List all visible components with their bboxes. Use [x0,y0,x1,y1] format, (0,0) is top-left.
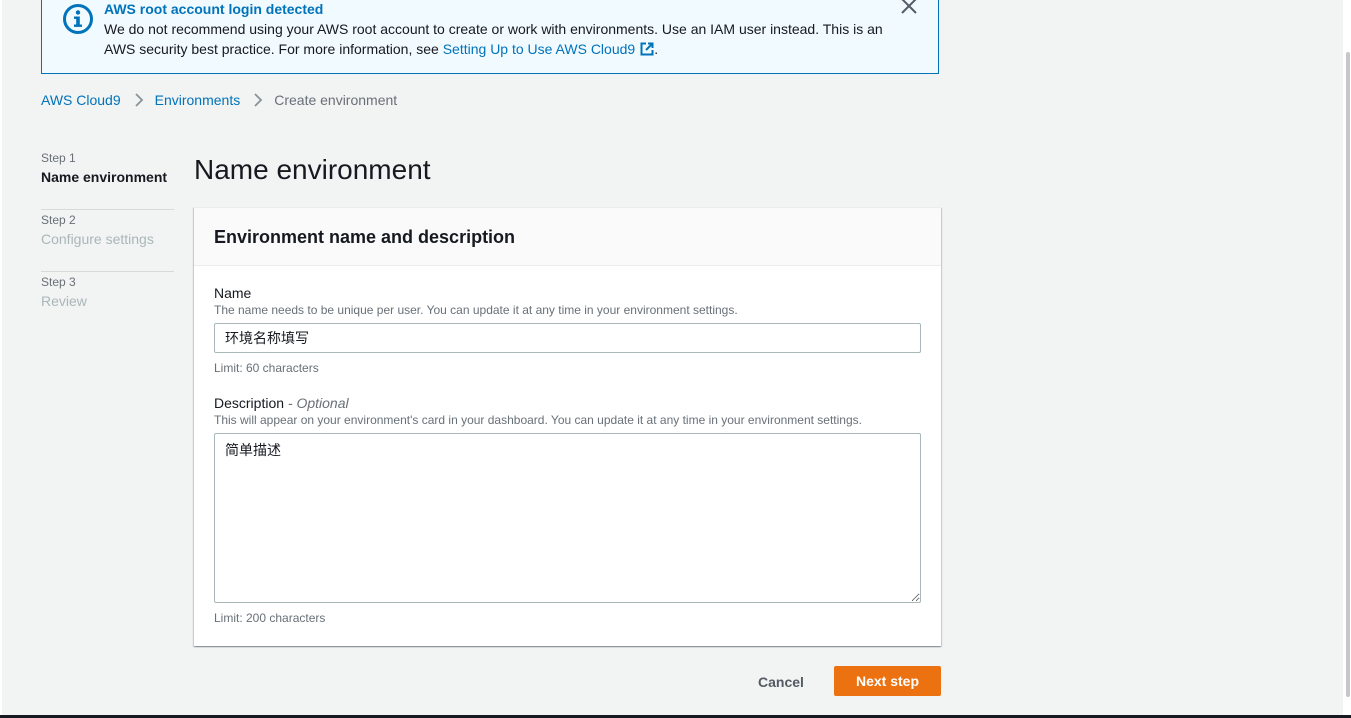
step-title: Name environment [41,169,168,185]
environment-name-input[interactable] [214,323,921,353]
dismiss-banner-button[interactable] [898,0,920,17]
step-number: Step 1 [41,151,76,165]
breadcrumb-aws-cloud9[interactable]: AWS Cloud9 [41,92,121,108]
step-title: Review [41,293,87,309]
name-description: The name needs to be unique per user. Yo… [214,303,738,317]
banner-message-end: . [654,41,659,57]
name-constraint: Limit: 60 characters [214,361,319,375]
wizard-steps: Step 1 Name environment Step 2 Configure… [41,148,174,334]
scrollbar[interactable] [1343,0,1351,715]
environment-description-textarea[interactable]: 简单描述 [214,433,921,603]
scrollbar-thumb[interactable] [1346,52,1350,697]
container-header: Environment name and description [194,208,941,266]
step-name-environment: Step 1 Name environment [41,148,174,210]
description-field: Description - Optional This will appear … [214,394,921,626]
name-label: Name [214,285,252,301]
setup-cloud9-link[interactable]: Setting Up to Use AWS Cloud9 [443,41,654,57]
cancel-button[interactable]: Cancel [742,668,820,696]
description-constraint: Limit: 200 characters [214,611,326,625]
container-title: Environment name and description [214,227,516,247]
external-link-icon [640,42,654,56]
breadcrumb: AWS Cloud9 Environments Create environme… [41,92,397,108]
info-icon [63,4,93,34]
root-account-warning-banner: AWS root account login detected We do no… [41,0,939,74]
breadcrumb-current: Create environment [274,92,398,108]
description-label-text: Description [214,395,285,411]
name-field: Name The name needs to be unique per use… [214,284,921,376]
banner-title: AWS root account login detected [104,1,324,17]
chevron-right-icon [253,92,263,108]
step-configure-settings: Step 2 Configure settings [41,210,174,272]
next-step-button[interactable]: Next step [834,666,941,696]
setup-cloud9-link-label: Setting Up to Use AWS Cloud9 [442,41,636,57]
close-icon [901,0,917,14]
window-edge [0,0,2,718]
page-title: Name environment [194,154,431,185]
description-label: Description - Optional [214,394,921,412]
step-number: Step 3 [41,275,76,289]
banner-message: We do not recommend using your AWS root … [104,19,904,59]
step-title: Configure settings [41,231,154,247]
step-review: Step 3 Review [41,272,174,334]
description-help: This will appear on your environment's c… [214,413,862,427]
environment-form-container: Environment name and description Name Th… [194,207,941,646]
step-number: Step 2 [41,213,76,227]
optional-hint: - Optional [284,395,349,411]
breadcrumb-environments[interactable]: Environments [155,92,241,108]
chevron-right-icon [134,92,144,108]
